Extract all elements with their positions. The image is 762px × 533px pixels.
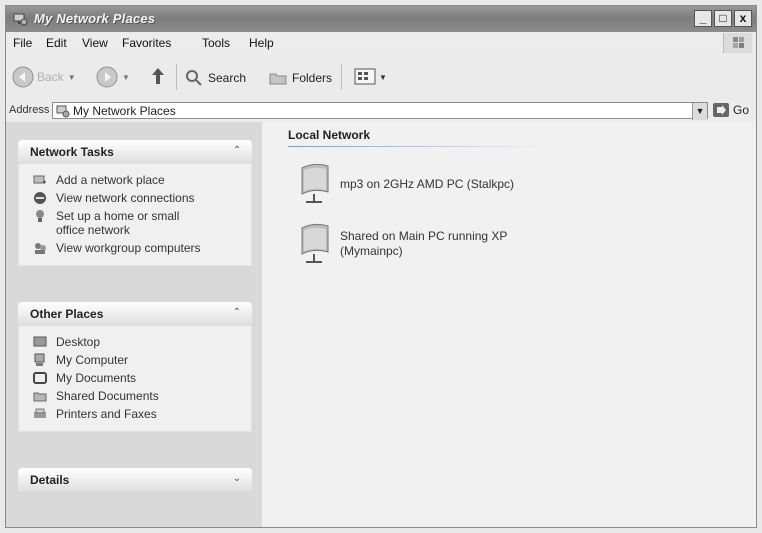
go-button[interactable]: Go xyxy=(712,102,749,118)
my-computer-icon xyxy=(34,353,45,366)
expand-chevron-icon[interactable]: ⌄ xyxy=(231,473,243,485)
back-arrow-icon xyxy=(12,66,34,88)
place-label: My Computer xyxy=(56,353,129,367)
collapse-chevron-icon[interactable]: ⌃ xyxy=(231,145,243,157)
menu-help[interactable]: Help xyxy=(249,36,274,50)
group-divider xyxy=(288,146,548,147)
address-value: My Network Places xyxy=(73,104,176,118)
menu-file[interactable]: File xyxy=(13,36,32,50)
task-setup-home-network[interactable]: Set up a home or small office network xyxy=(33,209,243,237)
workgroup-icon xyxy=(35,243,46,254)
task-label: Add a network place xyxy=(56,173,165,187)
task-label: Set up a home or small office network xyxy=(56,209,180,237)
place-label: My Documents xyxy=(56,371,137,385)
local-network-heading: Local Network xyxy=(288,128,371,142)
menu-bar: File Edit View Favorites Tools Help xyxy=(6,32,756,55)
address-field[interactable]: My Network Places ▼ xyxy=(52,102,708,120)
windows-logo-icon xyxy=(723,33,752,53)
details-title: Details xyxy=(30,473,70,487)
views-button[interactable]: ▼ xyxy=(353,67,387,87)
network-share-icon xyxy=(301,163,329,203)
details-header[interactable]: Details ⌄ xyxy=(18,468,252,492)
place-label: Shared Documents xyxy=(56,389,159,403)
network-share-label: Shared on Main PC running XP (Mymainpc) xyxy=(340,229,508,258)
task-view-workgroup-computers[interactable]: View workgroup computers xyxy=(33,241,243,255)
menu-view[interactable]: View xyxy=(82,36,108,50)
place-printers-and-faxes[interactable]: Printers and Faxes xyxy=(33,407,243,421)
minimize-button[interactable]: _ xyxy=(694,10,712,27)
place-my-documents[interactable]: My Documents xyxy=(33,371,243,385)
forward-dropdown-icon[interactable]: ▼ xyxy=(122,73,130,82)
details-panel: Details ⌄ xyxy=(18,468,252,492)
folders-label: Folders xyxy=(292,71,333,85)
menu-favorites[interactable]: Favorites xyxy=(122,36,171,50)
network-share-icon xyxy=(301,223,329,263)
views-dropdown-icon[interactable]: ▼ xyxy=(379,73,387,82)
other-places-panel: Other Places ⌃ Desktop My Computer My Do… xyxy=(18,302,252,432)
views-icon xyxy=(354,68,376,85)
network-tasks-title: Network Tasks xyxy=(30,145,114,159)
search-label: Search xyxy=(208,71,247,85)
place-label: Printers and Faxes xyxy=(56,407,157,421)
shared-documents-icon xyxy=(33,392,47,402)
toolbar-separator xyxy=(341,64,342,90)
other-places-title: Other Places xyxy=(30,307,104,321)
task-label: View network connections xyxy=(56,191,195,205)
go-label: Go xyxy=(733,103,750,117)
up-arrow-icon xyxy=(152,68,164,84)
file-list-pane: Local Network mp3 on 2GHz AMD PC (Stalkp… xyxy=(262,122,756,527)
network-places-icon xyxy=(13,13,28,26)
task-label: View workgroup computers xyxy=(56,241,201,255)
other-places-header[interactable]: Other Places ⌃ xyxy=(18,302,252,326)
add-network-place-icon xyxy=(33,175,46,184)
back-label: Back xyxy=(37,70,64,84)
network-tasks-header[interactable]: Network Tasks ⌃ xyxy=(18,140,252,164)
search-button[interactable]: Search xyxy=(184,68,246,88)
network-share-item[interactable]: mp3 on 2GHz AMD PC (Stalkpc) xyxy=(294,160,540,208)
menu-tools[interactable]: Tools xyxy=(202,36,230,50)
close-button[interactable]: x xyxy=(734,10,752,27)
network-share-item[interactable]: Shared on Main PC running XP (Mymainpc) xyxy=(294,220,530,268)
forward-arrow-icon xyxy=(96,66,118,88)
explorer-window: My Network Places _ □ x File Edit View F… xyxy=(5,5,757,528)
back-dropdown-icon[interactable]: ▼ xyxy=(68,73,76,82)
network-connections-icon xyxy=(34,192,46,204)
place-shared-documents[interactable]: Shared Documents xyxy=(33,389,243,403)
task-add-network-place[interactable]: Add a network place xyxy=(33,173,243,187)
title-bar[interactable]: My Network Places _ □ x xyxy=(6,6,756,32)
place-label: Desktop xyxy=(56,335,101,349)
maximize-button[interactable]: □ xyxy=(714,10,732,27)
content-area: Network Tasks ⌃ Add a network place View… xyxy=(6,122,756,527)
address-label: Address xyxy=(9,104,50,116)
folders-button[interactable]: Folders xyxy=(268,68,332,88)
search-icon xyxy=(186,70,202,86)
folders-icon xyxy=(269,73,287,85)
up-folder-button[interactable] xyxy=(148,66,168,88)
place-desktop[interactable]: Desktop xyxy=(33,335,243,349)
setup-network-icon xyxy=(36,210,44,222)
back-button[interactable]: Back ▼ xyxy=(12,66,76,88)
printers-icon xyxy=(34,408,46,418)
window-title: My Network Places xyxy=(34,11,156,26)
collapse-chevron-icon[interactable]: ⌃ xyxy=(231,307,243,319)
toolbar: Back ▼ ▼ Search Folders ▼ xyxy=(6,54,756,101)
network-tasks-panel: Network Tasks ⌃ Add a network place View… xyxy=(18,140,252,266)
place-my-computer[interactable]: My Computer xyxy=(33,353,243,367)
task-pane: Network Tasks ⌃ Add a network place View… xyxy=(6,122,262,527)
go-arrow-icon xyxy=(713,103,729,117)
menu-edit[interactable]: Edit xyxy=(46,36,67,50)
address-bar: Address My Network Places ▼ Go xyxy=(6,100,756,123)
my-documents-icon xyxy=(33,372,47,384)
network-share-label: mp3 on 2GHz AMD PC (Stalkpc) xyxy=(340,176,515,191)
desktop-icon xyxy=(33,336,47,347)
forward-button[interactable]: ▼ xyxy=(96,66,130,88)
address-dropdown-icon[interactable]: ▼ xyxy=(692,103,707,120)
network-places-icon xyxy=(56,105,70,118)
toolbar-separator xyxy=(176,64,177,90)
task-view-network-connections[interactable]: View network connections xyxy=(33,191,243,205)
